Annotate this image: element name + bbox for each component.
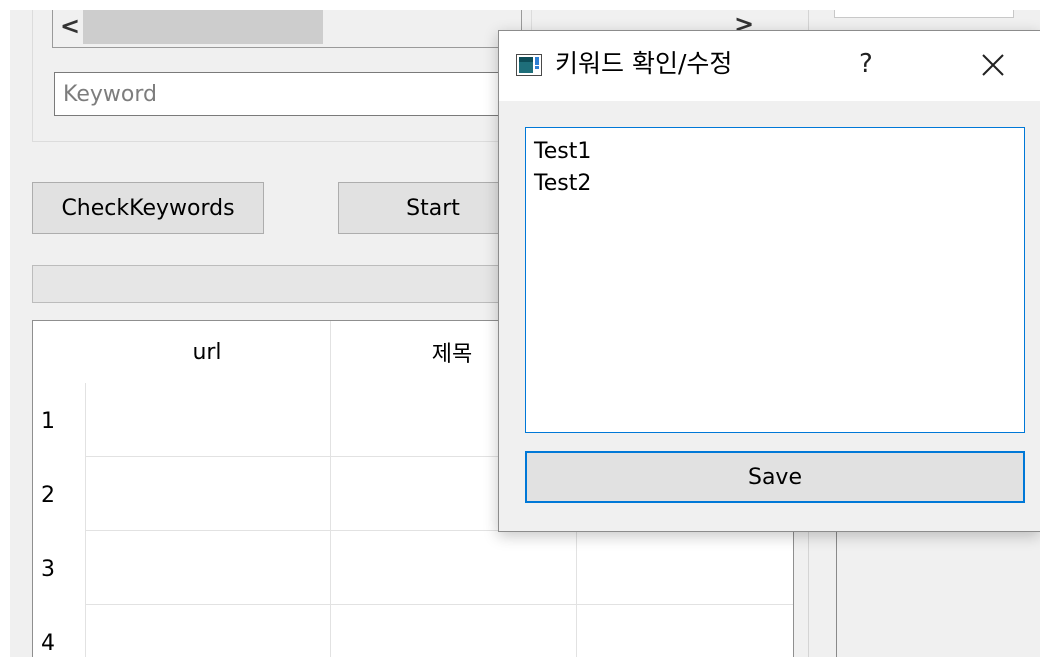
- keyword-line: Test2: [534, 171, 592, 196]
- help-icon[interactable]: ?: [859, 49, 873, 79]
- save-button[interactable]: Save: [525, 451, 1025, 503]
- progress-bar: [32, 265, 532, 303]
- column-divider: [576, 531, 577, 657]
- column-divider: [330, 321, 331, 657]
- dialog-title: 키워드 확인/수정: [555, 49, 733, 78]
- scroll-left-arrow-icon[interactable]: <: [60, 12, 80, 40]
- row-divider: [85, 604, 793, 605]
- row-header[interactable]: 4: [33, 631, 83, 656]
- close-icon[interactable]: [977, 49, 1009, 81]
- keywords-textarea[interactable]: Test1 Test2: [525, 127, 1025, 433]
- row-header[interactable]: 1: [33, 409, 83, 434]
- column-divider: [85, 383, 86, 657]
- dialog-titlebar[interactable]: 키워드 확인/수정 ?: [499, 31, 1040, 101]
- app-window-icon: [516, 54, 542, 76]
- keyword-edit-dialog: 키워드 확인/수정 ? Test1 Test2 Save: [498, 30, 1040, 532]
- column-header-url[interactable]: url: [85, 321, 329, 383]
- right-panel-box: [834, 10, 1014, 18]
- right-panel-border: [836, 532, 837, 657]
- keyword-input[interactable]: [54, 72, 524, 116]
- scrollbar-thumb[interactable]: [83, 10, 323, 44]
- check-keywords-button[interactable]: CheckKeywords: [32, 182, 264, 234]
- row-header[interactable]: 3: [33, 557, 83, 582]
- row-header[interactable]: 2: [33, 483, 83, 508]
- screen: < > CheckKeywords Start url 제목 1 2 3 4: [0, 0, 1040, 657]
- keyword-line: Test1: [534, 139, 592, 164]
